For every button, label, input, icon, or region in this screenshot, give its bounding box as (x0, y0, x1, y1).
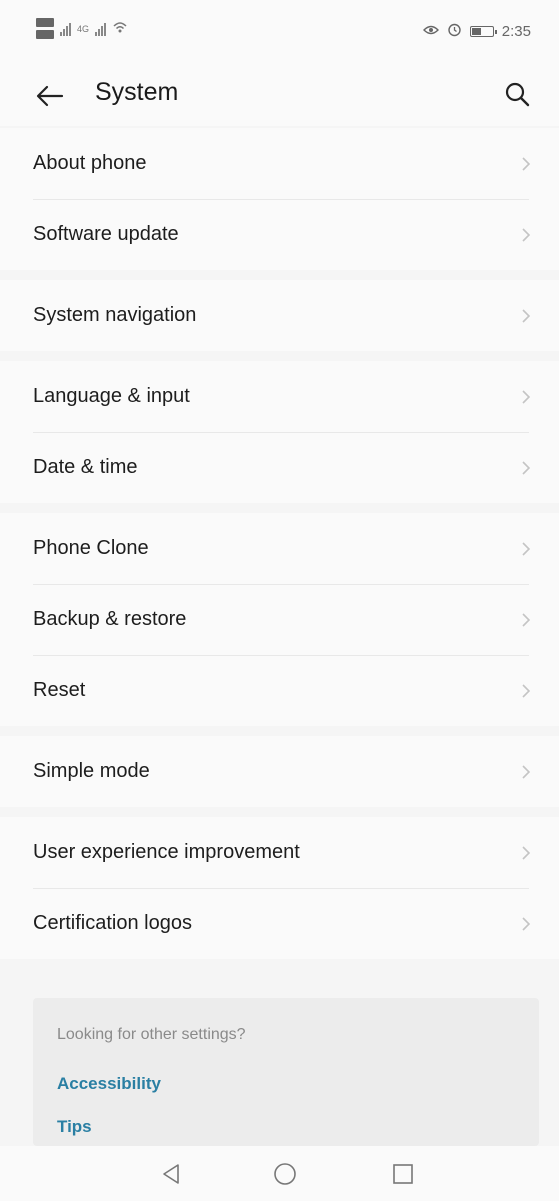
battery-icon (469, 26, 497, 37)
setting-item-label: Backup & restore (33, 608, 187, 630)
setting-item-label: System navigation (33, 304, 197, 326)
setting-item-certification-logos[interactable]: Certification logos (0, 888, 559, 959)
settings-list: About phone Software update System navigat… (0, 128, 559, 969)
nav-recents-button[interactable] (385, 1156, 421, 1192)
status-bar: 4G 2:35 (0, 0, 559, 64)
nav-home-button[interactable] (267, 1156, 303, 1192)
back-button[interactable] (30, 76, 70, 116)
setting-item-label: Language & input (33, 385, 190, 407)
suggestions-title: Looking for other settings? (57, 1026, 246, 1043)
search-icon (505, 82, 530, 107)
setting-item-system-navigation[interactable]: System navigation (0, 280, 559, 351)
chevron-right-icon (522, 683, 531, 698)
setting-item-label: Simple mode (33, 760, 150, 782)
chevron-right-icon (522, 227, 531, 242)
signal-strength-2-icon (95, 22, 107, 36)
setting-item-language-and-input[interactable]: Language & input (0, 361, 559, 432)
setting-item-about-phone[interactable]: About phone (0, 128, 559, 199)
network-type-label: 4G (77, 23, 90, 34)
setting-item-label: Phone Clone (33, 537, 149, 559)
dual-sim-icon (36, 18, 54, 39)
triangle-back-icon (163, 1164, 179, 1184)
tips-link[interactable]: Tips (57, 1117, 92, 1137)
setting-item-software-update[interactable]: Software update (0, 199, 559, 270)
app-bar: System (0, 64, 559, 126)
settings-group: About phone Software update (0, 128, 559, 270)
settings-group: System navigation (0, 280, 559, 351)
settings-group: User experience improvement Certification… (0, 817, 559, 959)
chevron-right-icon (522, 541, 531, 556)
setting-item-label: User experience improvement (33, 841, 300, 863)
settings-group: Simple mode (0, 736, 559, 807)
wifi-icon (112, 20, 128, 37)
setting-item-label: About phone (33, 152, 147, 174)
square-recents-icon (393, 1164, 413, 1184)
eye-comfort-icon (422, 23, 439, 41)
signal-strength-icon (60, 22, 71, 36)
setting-item-date-and-time[interactable]: Date & time (0, 432, 559, 503)
chevron-right-icon (522, 308, 531, 323)
setting-item-reset[interactable]: Reset (0, 655, 559, 726)
accessibility-link[interactable]: Accessibility (57, 1074, 161, 1094)
system-nav-bar (0, 1146, 559, 1201)
chevron-right-icon (522, 460, 531, 475)
clock-time: 2:35 (501, 23, 531, 40)
chevron-right-icon (522, 612, 531, 627)
alarm-icon (447, 22, 462, 41)
chevron-right-icon (522, 916, 531, 931)
arrow-left-icon (36, 85, 64, 107)
setting-item-label: Date & time (33, 456, 138, 478)
chevron-right-icon (522, 845, 531, 860)
settings-group: Phone Clone Backup & restore Reset (0, 513, 559, 726)
suggestions-card: Looking for other settings? Accessibilit… (33, 998, 539, 1146)
setting-item-simple-mode[interactable]: Simple mode (0, 736, 559, 807)
setting-item-backup-and-restore[interactable]: Backup & restore (0, 584, 559, 655)
page-title: System (95, 78, 179, 106)
setting-item-phone-clone[interactable]: Phone Clone (0, 513, 559, 584)
nav-back-button[interactable] (153, 1156, 189, 1192)
search-button[interactable] (497, 74, 537, 114)
setting-item-label: Software update (33, 223, 179, 245)
chevron-right-icon (522, 389, 531, 404)
setting-item-user-experience-improvement[interactable]: User experience improvement (0, 817, 559, 888)
chevron-right-icon (522, 764, 531, 779)
setting-item-label: Reset (33, 679, 86, 701)
settings-group: Language & input Date & time (0, 361, 559, 503)
circle-home-icon (274, 1163, 296, 1185)
setting-item-label: Certification logos (33, 912, 192, 934)
chevron-right-icon (522, 156, 531, 171)
